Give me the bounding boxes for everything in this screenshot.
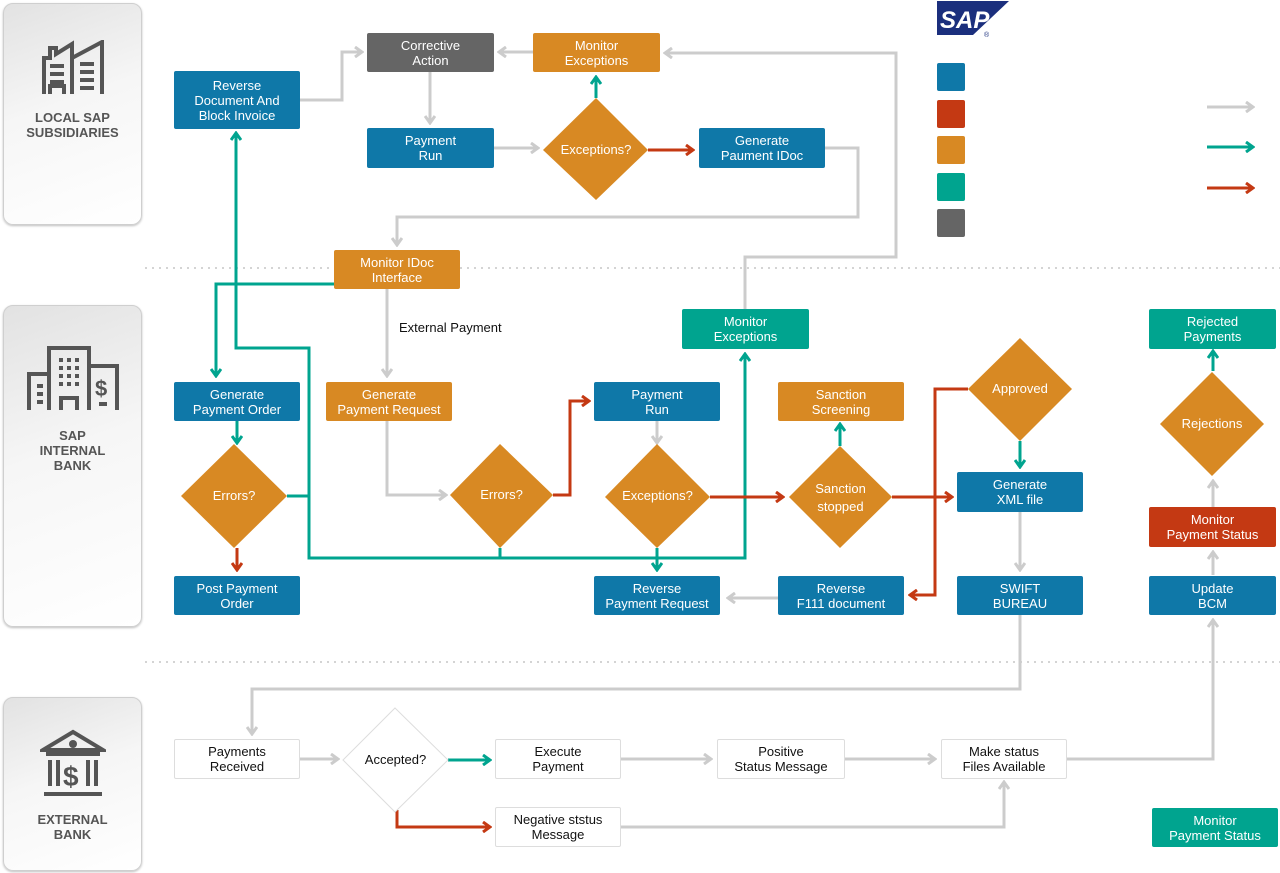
node-corrective-action[interactable]: Corrective Action [367,33,494,72]
legend-swatch-gray [937,209,965,237]
node-update-bcm[interactable]: Update BCM [1149,576,1276,615]
factory-icon [4,40,141,96]
legend-swatch-blue [937,63,965,91]
node-generate-payment-idoc[interactable]: Generate Paument IDoc [699,128,825,168]
connector-gray [621,782,1004,829]
decision-exceptions-top[interactable] [543,98,648,200]
node-reverse-f111-document[interactable]: Reverse F111 document [778,576,904,615]
node-payments-received[interactable]: Payments Received [174,739,300,779]
legend-swatch-teal [937,173,965,201]
svg-text:®: ® [984,31,990,37]
node-generate-xml-file[interactable]: Generate XML file [957,472,1083,512]
node-reverse-payment-request[interactable]: Reverse Payment Request [594,576,720,615]
node-swift-bureau[interactable]: SWIFT BUREAU [957,576,1083,615]
node-monitor-payment-status-red[interactable]: Monitor Payment Status [1149,507,1276,547]
node-monitor-exceptions-top[interactable]: Monitor Exceptions [533,33,660,72]
connector-red [553,401,589,497]
node-monitor-exceptions-mid[interactable]: Monitor Exceptions [682,309,809,349]
decision-approved[interactable] [968,338,1072,441]
lane-external-bank: $ EXTERNAL BANK [3,697,142,871]
lane-label: EXTERNAL BANK [37,812,108,842]
node-generate-payment-order[interactable]: Generate Payment Order [174,382,300,421]
legend-swatch-red [937,100,965,128]
legend-swatch-orange [937,136,965,164]
decision-errors-mid[interactable] [450,444,553,548]
node-monitor-payment-status-teal[interactable]: Monitor Payment Status [1152,808,1278,847]
lane-sap-internal-bank: $ SAP INTERNAL BANK [3,305,142,627]
buildings-dollar-icon: $ [4,346,141,412]
svg-text:$: $ [63,761,79,792]
connector-teal [216,282,334,376]
lane-local-sap-subsidiaries: LOCAL SAP SUBSIDIARIES [3,3,142,225]
node-post-payment-order[interactable]: Post Payment Order [174,576,300,615]
decision-rejections[interactable] [1160,372,1264,476]
connector-gray [665,53,898,309]
connector-gray [1067,620,1213,761]
decision-accepted[interactable] [342,707,449,813]
node-monitor-idoc-interface[interactable]: Monitor IDoc Interface [334,250,460,289]
connector-gray [385,420,446,495]
lane-label: LOCAL SAP SUBSIDIARIES [26,110,119,140]
connector-teal [236,133,311,498]
lane-label: SAP INTERNAL BANK [39,428,106,473]
node-make-status-files-available[interactable]: Make status Files Available [941,739,1067,779]
decision-exceptions-mid[interactable] [605,444,710,548]
connector-red [395,810,490,827]
svg-text:SAP: SAP [940,7,990,34]
node-payment-run-top[interactable]: Payment Run [367,128,494,168]
node-rejected-payments[interactable]: Rejected Payments [1149,309,1276,349]
node-payment-run-mid[interactable]: Payment Run [594,382,720,421]
svg-text:$: $ [95,376,107,401]
connector-gray [252,615,1022,734]
node-sanction-screening[interactable]: Sanction Screening [778,382,904,421]
node-generate-payment-request[interactable]: Generate Payment Request [326,382,452,421]
node-execute-payment[interactable]: Execute Payment [495,739,621,779]
decision-errors-left[interactable] [181,444,287,548]
decision-sanction-stopped[interactable] [789,446,892,548]
sap-logo: SAP ® [937,1,1009,42]
bank-dollar-icon: $ [4,728,141,798]
node-positive-status-message[interactable]: Positive Status Message [717,739,845,779]
node-reverse-document-and-block-invoice[interactable]: Reverse Document And Block Invoice [174,71,300,129]
node-negative-status-message[interactable]: Negative ststus Message [495,807,621,847]
annotation-external-payment: External Payment [399,320,502,335]
connector-gray [300,52,362,102]
